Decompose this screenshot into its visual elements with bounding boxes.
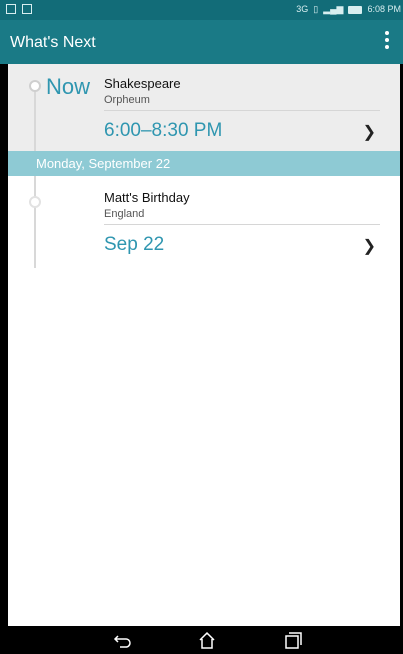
timeline-line (34, 176, 36, 268)
nav-bar (0, 626, 403, 654)
now-event-card[interactable]: Now Shakespeare Orpheum 6:00–8:30 PM ❯ (8, 64, 400, 151)
status-time: 6:08 PM (367, 4, 401, 14)
timeline-dot (29, 196, 41, 208)
sim-icon: ▯ (313, 4, 319, 14)
timeline-line (34, 84, 36, 151)
app-title: What's Next (10, 34, 96, 51)
home-icon[interactable] (196, 630, 218, 650)
signal-icon: ▂▄▆ (323, 4, 344, 14)
data-icon: 3G (296, 4, 309, 14)
notification-icon (6, 4, 16, 14)
chevron-right-icon[interactable]: ❯ (363, 122, 376, 142)
more-vert-icon[interactable] (383, 30, 391, 52)
divider (104, 224, 380, 225)
event-title: Shakespeare (104, 76, 181, 91)
event-time: 6:00–8:30 PM (104, 120, 223, 141)
battery-icon (348, 5, 363, 14)
list-item[interactable]: Matt's Birthday England Sep 22 ❯ (8, 176, 400, 268)
now-label: Now (46, 74, 91, 99)
back-icon[interactable] (112, 630, 134, 650)
chevron-right-icon[interactable]: ❯ (363, 236, 376, 256)
app-bar: What's Next (0, 20, 403, 64)
notification-icon (22, 4, 32, 14)
timeline-dot (29, 80, 41, 92)
timeline-list: Now Shakespeare Orpheum 6:00–8:30 PM ❯ M… (8, 64, 400, 626)
divider (104, 110, 380, 111)
event-title: Matt's Birthday (104, 190, 190, 205)
event-subtitle: Orpheum (104, 94, 150, 106)
day-header: Monday, September 22 (8, 151, 400, 176)
event-date: Sep 22 (104, 234, 165, 255)
recent-apps-icon[interactable] (282, 630, 304, 650)
status-bar: 3G ▯ ▂▄▆ 6:08 PM (0, 0, 403, 20)
event-subtitle: England (104, 208, 145, 220)
